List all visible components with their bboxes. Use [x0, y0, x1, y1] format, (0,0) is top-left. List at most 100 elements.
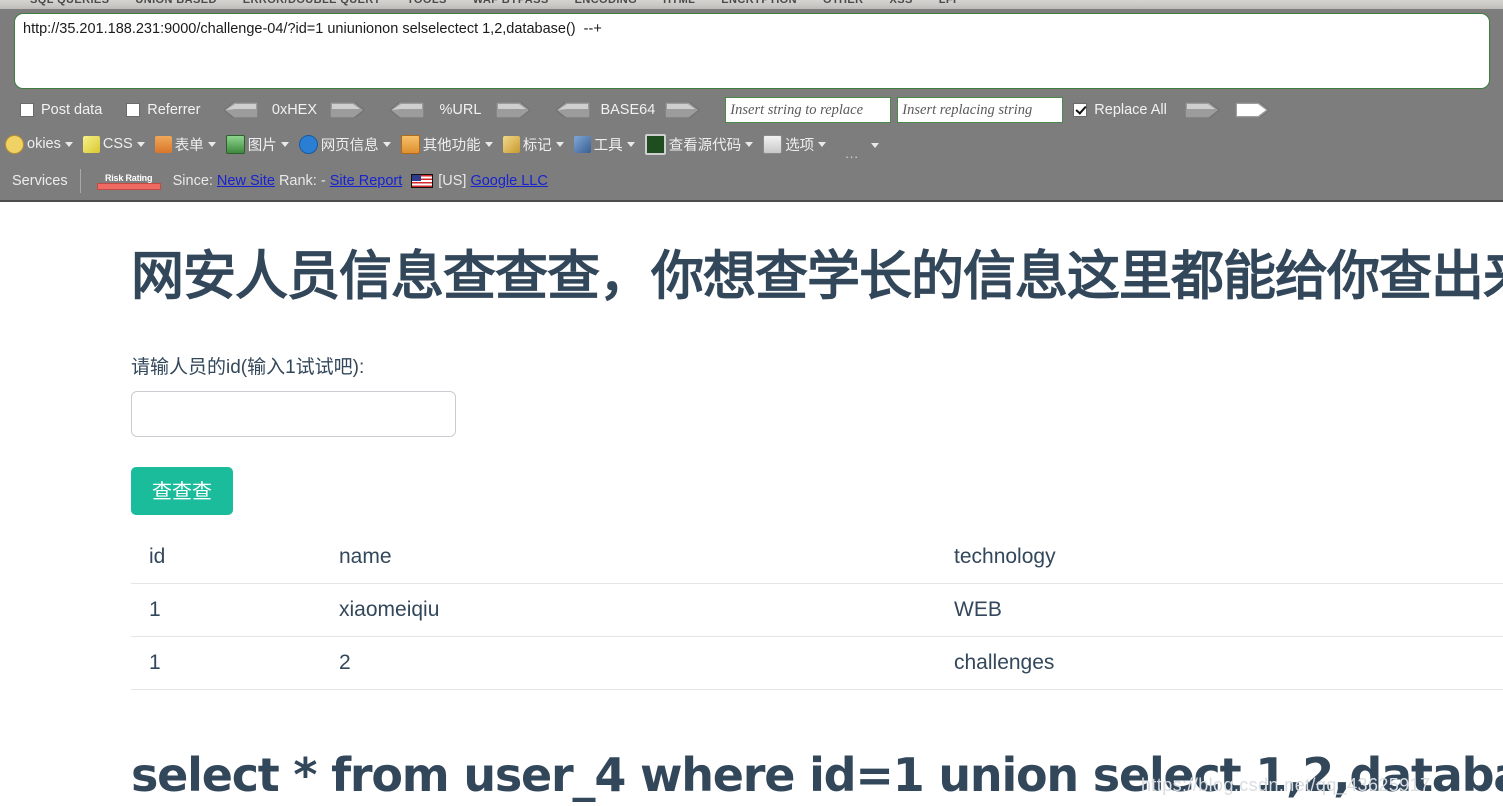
brush-icon — [82, 135, 100, 153]
encoder-base64-group: BASE64 — [556, 102, 700, 118]
devbar-label-page-info: 网页信息 — [320, 137, 379, 154]
cell-id: 1 — [131, 583, 321, 637]
url-text: http://35.201.188.231:9000/challenge-04/… — [23, 21, 602, 37]
chevron-down-icon — [280, 141, 289, 147]
menu-item-html[interactable]: HTML — [663, 0, 695, 6]
chevron-down-icon — [207, 141, 216, 147]
devbar-label-cookies: okies — [27, 136, 61, 152]
chevron-down-icon[interactable] — [871, 143, 880, 148]
table-header-row: id name technology — [131, 531, 1503, 584]
column-header-technology: technology — [936, 531, 1503, 584]
replace-run-arrow-icon[interactable] — [1234, 102, 1269, 118]
table-row: 1 2 challenges — [131, 636, 1503, 690]
source-code-icon — [644, 133, 666, 155]
chevron-down-icon — [626, 141, 635, 147]
rank-label: Rank: - — [278, 173, 326, 189]
cookie-icon — [5, 134, 24, 154]
chevron-down-icon — [136, 141, 145, 147]
us-flag-icon — [411, 174, 434, 188]
devbar-label-forms: 表单 — [174, 137, 204, 154]
hackbar-menu-strip[interactable]: SQL QUERIES UNION BASED ERROR/DOUBLE QUE… — [0, 0, 1503, 9]
post-data-checkbox-wrap[interactable]: Post data — [20, 102, 102, 118]
id-input[interactable] — [131, 391, 456, 437]
image-icon — [225, 134, 245, 154]
replace-find-input[interactable]: Insert string to replace — [725, 97, 892, 123]
post-data-label: Post data — [41, 102, 103, 118]
devbar-item-outline[interactable]: 标记 — [498, 134, 569, 155]
referrer-checkbox-wrap[interactable]: Referrer — [126, 102, 200, 118]
devbar-label-misc: 其他功能 — [422, 137, 481, 154]
devbar-item-tools[interactable]: 工具 — [569, 134, 640, 155]
submit-query-button[interactable]: 查查查 — [131, 467, 233, 515]
services-menu[interactable]: Services — [8, 173, 80, 189]
menu-item-lfi[interactable]: LFI — [939, 0, 957, 6]
menu-item-encryption[interactable]: ENCRYPTION — [721, 0, 797, 6]
options-icon — [763, 134, 783, 154]
referrer-checkbox[interactable] — [126, 103, 141, 117]
menu-item-tools[interactable]: TOOLS — [407, 0, 447, 6]
devbar-label-options: 选项 — [785, 137, 815, 154]
encoder-base64-label: BASE64 — [600, 102, 656, 118]
web-developer-toolbar: okies CSS 表单 图片 网页信息 其他功能 标记 工具 查看源代码 选项… — [0, 126, 1503, 162]
post-data-checkbox[interactable] — [20, 103, 34, 117]
encode-right-arrow-icon[interactable] — [496, 102, 531, 118]
company-link[interactable]: Google LLC — [470, 173, 547, 189]
url-textarea[interactable]: http://35.201.188.231:9000/challenge-04/… — [14, 13, 1490, 89]
tools-icon — [573, 135, 591, 153]
encoder-hex-group: 0xHEX — [224, 102, 365, 118]
menu-item-other[interactable]: OTHER — [823, 0, 864, 6]
chevron-down-icon — [484, 141, 493, 147]
replace-apply-arrow-icon[interactable] — [1184, 102, 1219, 118]
replace-all-wrap[interactable]: Replace All — [1073, 102, 1167, 118]
replace-action-buttons — [1184, 102, 1269, 118]
devbar-label-css: CSS — [102, 136, 133, 152]
hackbar-menu-items: SQL QUERIES UNION BASED ERROR/DOUBLE QUE… — [0, 0, 956, 9]
encode-right-arrow-icon[interactable] — [330, 102, 365, 118]
menu-item-xss[interactable]: XSS — [889, 0, 912, 6]
cell-name: 2 — [321, 636, 936, 690]
page-title: 网安人员信息查查查，你想查学长的信息这里都能给你查出来 — [131, 246, 1503, 307]
devbar-item-options[interactable]: 选项 — [758, 134, 831, 155]
replace-with-input[interactable]: Insert replacing string — [897, 97, 1064, 123]
chevron-down-icon — [818, 141, 827, 147]
menu-item-waf-bypass[interactable]: WAF BYPASS — [473, 0, 549, 6]
devbar-label-images: 图片 — [247, 137, 277, 154]
page-content: 网安人员信息查查查，你想查学长的信息这里都能给你查出来 请输人员的id(输入1试… — [0, 202, 1503, 802]
browser-extension-toolbars: SQL QUERIES UNION BASED ERROR/DOUBLE QUE… — [0, 0, 1503, 202]
encode-right-arrow-icon[interactable] — [665, 102, 700, 118]
site-report-link[interactable]: Site Report — [330, 173, 403, 189]
devbar-item-page-info[interactable]: 网页信息 — [294, 134, 396, 155]
chevron-down-icon — [745, 141, 754, 147]
new-site-link[interactable]: New Site — [217, 173, 275, 189]
encoder-url-group: %URL — [390, 102, 531, 118]
replace-all-label: Replace All — [1094, 102, 1167, 118]
devbar-item-css[interactable]: CSS — [78, 135, 150, 153]
overflow-dots-icon: ... — [845, 146, 860, 161]
menu-item-union-based[interactable]: UNION BASED — [135, 0, 216, 6]
devbar-item-view-source[interactable]: 查看源代码 — [640, 133, 759, 155]
risk-rating-bar — [96, 182, 161, 190]
column-header-id: id — [131, 531, 321, 584]
form-icon — [154, 135, 172, 153]
encoder-row: Post data Referrer 0xHEX %URL BASE64 Ins… — [0, 94, 1503, 126]
toolbar-divider — [79, 169, 81, 193]
since-label: Since: — [172, 173, 213, 189]
decode-left-arrow-icon[interactable] — [390, 102, 425, 118]
encoder-hex-label: 0xHEX — [271, 102, 318, 118]
misc-icon — [400, 134, 420, 154]
risk-rating-caption: Risk Rating — [104, 172, 153, 183]
menu-item-error-double-query[interactable]: ERROR/DOUBLE QUERY — [243, 0, 381, 6]
decode-left-arrow-icon[interactable] — [556, 102, 591, 118]
cell-id: 1 — [131, 636, 321, 690]
devbar-overflow[interactable]: ... — [831, 129, 883, 161]
decode-left-arrow-icon[interactable] — [224, 102, 259, 118]
devbar-item-images[interactable]: 图片 — [221, 134, 294, 155]
menu-item-encoding[interactable]: ENCODING — [575, 0, 637, 6]
replace-all-checkbox[interactable] — [1073, 103, 1088, 117]
devbar-item-misc[interactable]: 其他功能 — [396, 134, 498, 155]
menu-item-sql-queries[interactable]: SQL QUERIES — [30, 0, 109, 6]
column-header-name: name — [321, 531, 936, 584]
pencil-icon — [502, 135, 520, 153]
devbar-item-forms[interactable]: 表单 — [150, 134, 221, 155]
devbar-item-cookies[interactable]: okies — [0, 134, 78, 154]
